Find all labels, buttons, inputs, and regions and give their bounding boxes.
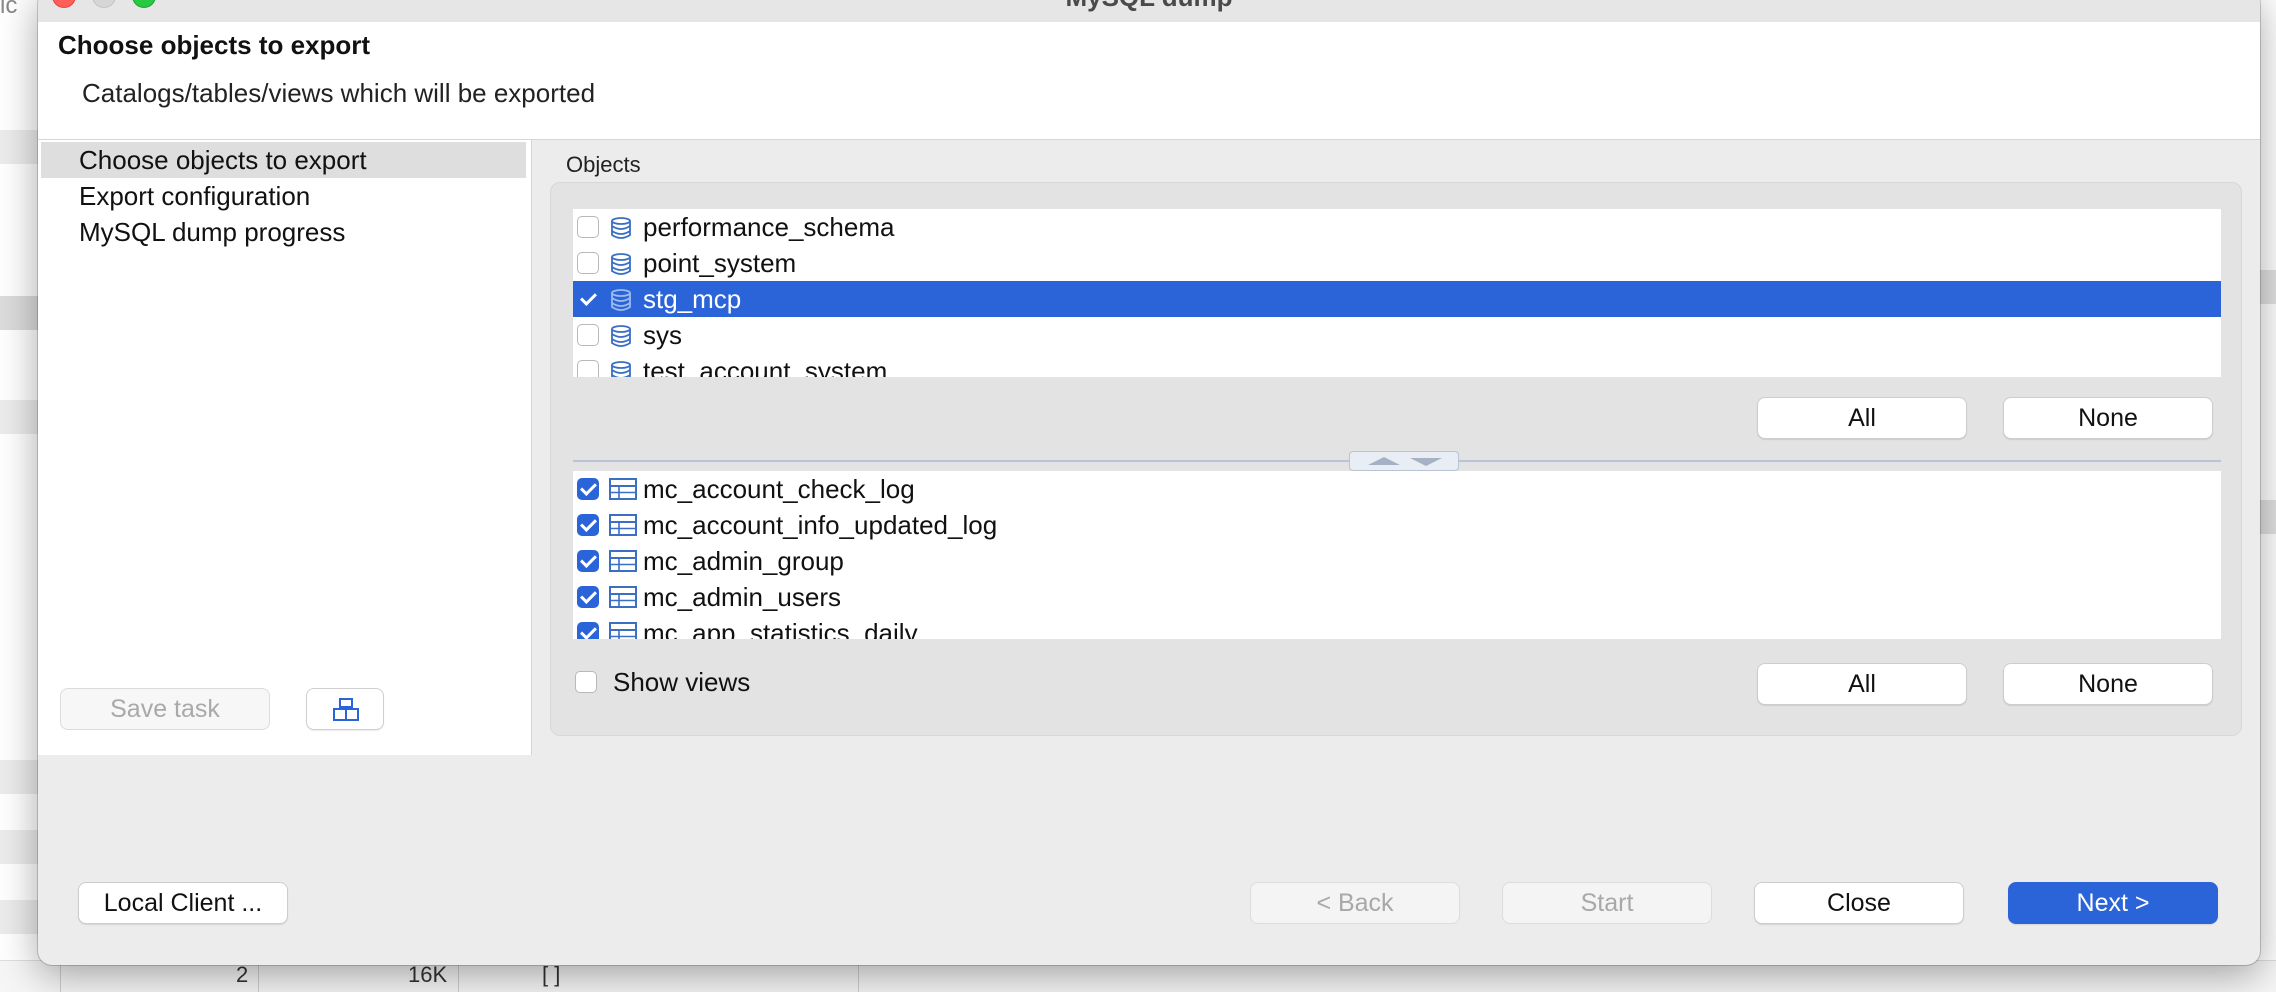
nav-item-export-configuration[interactable]: Export configuration: [41, 178, 526, 214]
background-row: [0, 400, 38, 434]
task-config-icon: [333, 698, 359, 721]
catalog-name: point_system: [643, 248, 797, 278]
table-name: mc_account_check_log: [643, 474, 915, 504]
page-description: Catalogs/tables/views which will be expo…: [82, 78, 596, 108]
table-name: mc_app_statistics_daily: [643, 618, 918, 639]
catalog-row[interactable]: performance_schema: [573, 209, 2221, 245]
objects-group-label: Objects: [566, 152, 641, 177]
table-row[interactable]: mc_account_info_updated_log: [573, 507, 2221, 543]
table-row[interactable]: mc_admin_users: [573, 579, 2221, 615]
background-cell: [ ]: [542, 962, 561, 987]
save-task-button[interactable]: Save task: [60, 688, 270, 730]
table-name: mc_admin_users: [643, 582, 841, 612]
close-button[interactable]: Close: [1754, 882, 1964, 924]
table-icon: [609, 586, 637, 608]
objects-panel: Objects performance_schema point_system …: [534, 140, 2260, 755]
table-checkbox[interactable]: [577, 550, 599, 572]
table-icon: [609, 550, 637, 572]
background-row: [0, 830, 38, 864]
background-row: [0, 760, 38, 794]
table-checkbox[interactable]: [577, 586, 599, 608]
back-button[interactable]: < Back: [1250, 882, 1460, 924]
show-views-label: Show views: [613, 667, 751, 697]
table-icon: [609, 514, 637, 536]
background-row: [0, 296, 38, 330]
splitter-handle[interactable]: [1349, 451, 1459, 471]
chevron-up-icon: [1368, 457, 1400, 465]
catalog-name: sys: [643, 320, 682, 350]
catalog-row-selected[interactable]: stg_mcp: [573, 281, 2221, 317]
database-icon: [611, 289, 631, 311]
title-bar: MySQL dump: [38, 0, 2260, 22]
nav-item-choose-objects[interactable]: Choose objects to export: [41, 142, 526, 178]
catalog-name: stg_mcp: [643, 284, 742, 314]
wizard-navigation: Choose objects to export Export configur…: [38, 140, 532, 755]
window-title: MySQL dump: [38, 0, 2260, 13]
background-cell: 2: [236, 962, 249, 987]
background-corner-text: lc: [0, 0, 18, 19]
catalog-row[interactable]: sys: [573, 317, 2221, 353]
table-checkbox[interactable]: [577, 514, 599, 536]
catalog-checkbox[interactable]: [577, 360, 599, 377]
table-icon: [609, 478, 637, 500]
objects-group-box: performance_schema point_system stg_mcp …: [550, 182, 2242, 736]
chevron-down-icon: [1410, 458, 1442, 466]
table-list[interactable]: mc_account_check_log mc_account_info_upd…: [573, 471, 2221, 639]
catalog-checkbox[interactable]: [577, 324, 599, 346]
catalog-name: performance_schema: [643, 212, 895, 242]
catalog-row[interactable]: point_system: [573, 245, 2221, 281]
catalog-name: test_account_system: [643, 356, 888, 377]
tables-select-all-button[interactable]: All: [1757, 663, 1967, 705]
table-checkbox[interactable]: [577, 622, 599, 639]
catalog-list[interactable]: performance_schema point_system stg_mcp …: [573, 209, 2221, 377]
database-icon: [611, 361, 631, 377]
background-row: [0, 130, 38, 164]
table-row[interactable]: mc_app_statistics_daily: [573, 615, 2221, 639]
local-client-button[interactable]: Local Client ...: [78, 882, 288, 924]
page-title: Choose objects to export: [58, 30, 371, 60]
table-row[interactable]: mc_admin_group: [573, 543, 2221, 579]
background-row: [0, 900, 38, 934]
catalogs-select-none-button[interactable]: None: [2003, 397, 2213, 439]
catalog-row[interactable]: test_account_system: [573, 353, 2221, 377]
table-name: mc_admin_group: [643, 546, 844, 576]
catalog-checkbox[interactable]: [577, 216, 599, 238]
next-button[interactable]: Next >: [2008, 882, 2218, 924]
database-icon: [611, 325, 631, 347]
table-checkbox[interactable]: [577, 478, 599, 500]
database-icon: [611, 253, 631, 275]
task-config-button[interactable]: [306, 688, 384, 730]
show-views-checkbox[interactable]: [575, 671, 597, 693]
catalog-checkbox[interactable]: [577, 252, 599, 274]
mysql-dump-dialog: MySQL dump Choose objects to export Cata…: [38, 0, 2260, 965]
nav-item-dump-progress[interactable]: MySQL dump progress: [41, 214, 526, 250]
catalog-checkbox[interactable]: [577, 288, 599, 310]
table-name: mc_account_info_updated_log: [643, 510, 998, 540]
tables-select-none-button[interactable]: None: [2003, 663, 2213, 705]
catalogs-select-all-button[interactable]: All: [1757, 397, 1967, 439]
start-button[interactable]: Start: [1502, 882, 1712, 924]
table-icon: [609, 622, 637, 639]
background-cell: 16K: [408, 962, 448, 987]
table-row[interactable]: mc_account_check_log: [573, 471, 2221, 507]
wizard-header: Choose objects to export Catalogs/tables…: [38, 22, 2260, 140]
database-icon: [611, 217, 631, 239]
